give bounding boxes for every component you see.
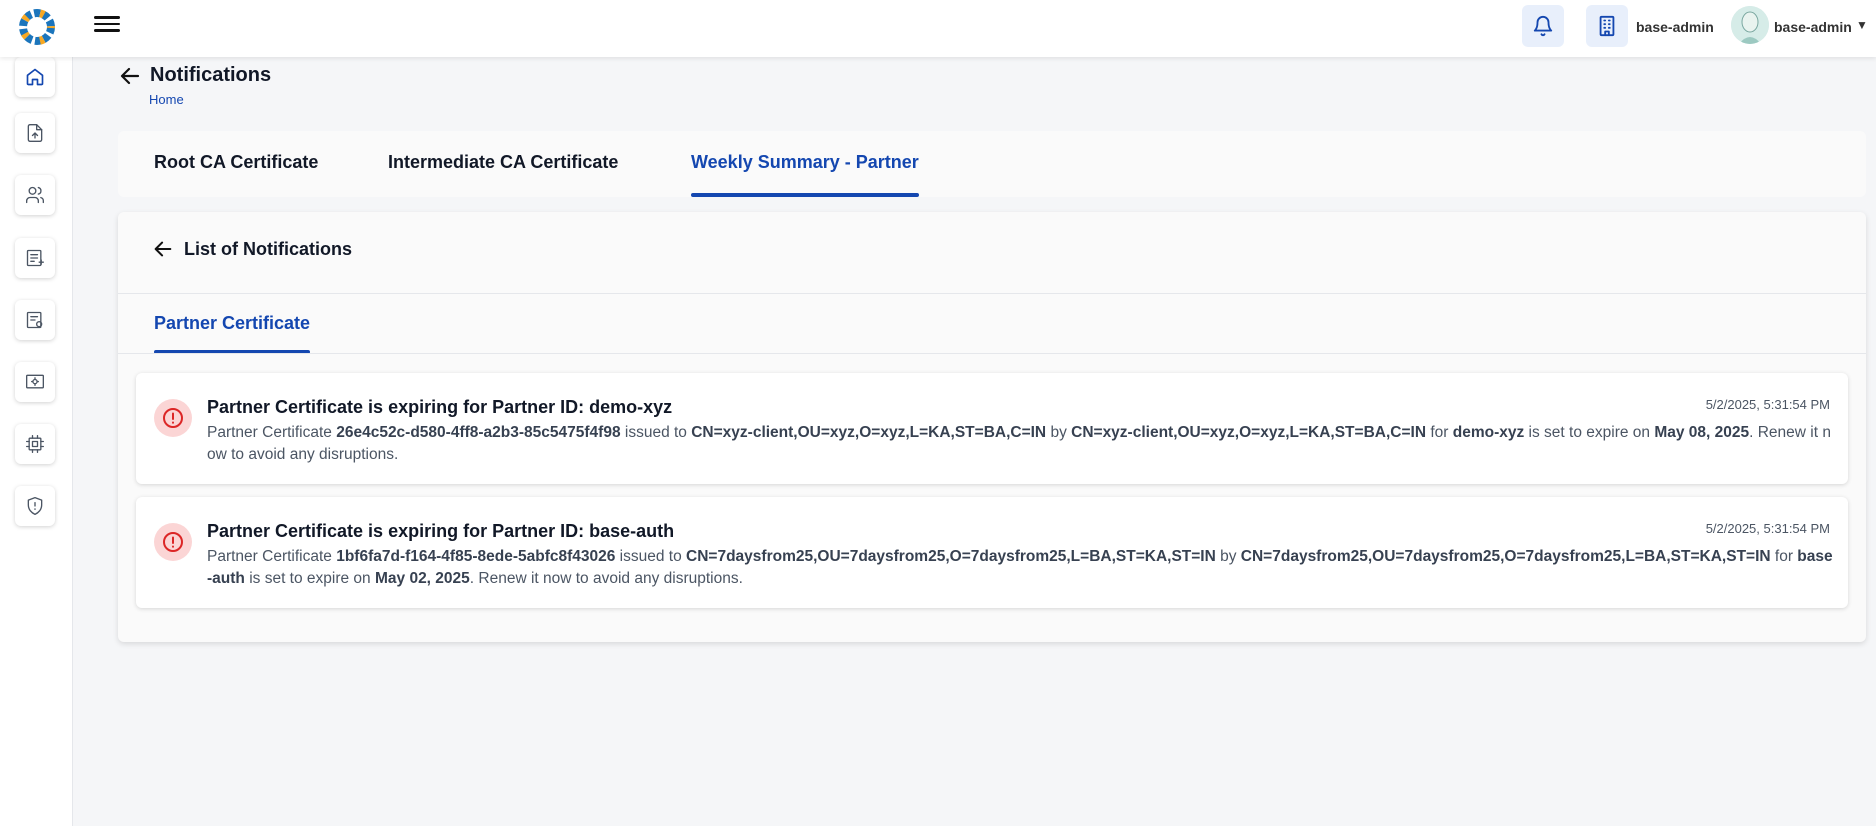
top-bar: base-admin base-admin ▼ (0, 0, 1876, 57)
notification-message: Partner Certificate 1bf6fa7d-f164-4f85-8… (207, 548, 1833, 587)
notification-message: Partner Certificate 26e4c52c-d580-4ff8-a… (207, 424, 1831, 463)
notification-card[interactable]: Partner Certificate is expiring for Part… (136, 373, 1848, 484)
file-upload-icon (27, 124, 43, 142)
logo-icon[interactable] (18, 8, 56, 46)
bell-icon (1533, 16, 1553, 37)
home-icon (26, 68, 44, 86)
document-add-icon (26, 249, 44, 267)
tab-intermediate-ca-certificate[interactable]: Intermediate CA Certificate (388, 131, 618, 197)
partner-id: demo-xyz (1452, 424, 1525, 441)
page-title: Notifications (150, 64, 272, 86)
notification-card[interactable]: Partner Certificate is expiring for Part… (136, 497, 1848, 608)
issued-to: CN=7daysfrom25,OU=7daysfrom25,O=7daysfro… (686, 548, 1216, 565)
organization-button[interactable] (1586, 5, 1628, 47)
building-icon (1599, 15, 1615, 37)
notification-tabs: Root CA Certificate Intermediate CA Cert… (118, 131, 1866, 197)
alert-circle-icon (154, 523, 192, 561)
shield-icon (27, 497, 43, 515)
sidebar-item-devices[interactable] (15, 362, 55, 402)
sidebar-item-policies[interactable] (15, 238, 55, 278)
users-icon (26, 186, 45, 204)
sidebar-item-partners[interactable] (15, 175, 55, 215)
sidebar-item-home[interactable] (15, 57, 55, 97)
chevron-down-icon[interactable]: ▼ (1856, 18, 1868, 32)
expiry-date: May 08, 2025 (1654, 424, 1750, 441)
list-back-button[interactable]: List of Notifications (152, 238, 352, 260)
breadcrumb-home[interactable]: Home (149, 92, 184, 107)
avatar[interactable] (1731, 6, 1769, 44)
org-name[interactable]: base-admin (1636, 19, 1714, 35)
user-name[interactable]: base-admin (1774, 19, 1852, 35)
notification-title: Partner Certificate is expiring for Part… (207, 397, 673, 417)
tab-weekly-summary-partner[interactable]: Weekly Summary - Partner (691, 131, 919, 197)
sidebar-item-security[interactable] (15, 486, 55, 526)
certificate-id: 26e4c52c-d580-4ff8-a2b3-85c5475f4f98 (336, 424, 621, 441)
chip-icon (26, 435, 44, 453)
notification-timestamp: 5/2/2025, 5:31:54 PM (1705, 521, 1830, 536)
sidebar (0, 57, 73, 826)
back-arrow-icon[interactable] (118, 64, 142, 88)
divider (118, 293, 1866, 294)
sidebar-item-policy-settings[interactable] (15, 300, 55, 340)
menu-icon[interactable] (94, 12, 120, 34)
notification-title: Partner Certificate is expiring for Part… (207, 521, 675, 541)
subtab-partner-certificate[interactable]: Partner Certificate (154, 294, 311, 354)
sidebar-item-upload[interactable] (15, 113, 55, 153)
notifications-button[interactable] (1522, 5, 1564, 47)
tab-root-ca-certificate[interactable]: Root CA Certificate (154, 131, 318, 197)
notifications-panel: List of Notifications Partner Certificat… (118, 212, 1866, 642)
expiry-date: May 02, 2025 (374, 570, 470, 587)
list-title: List of Notifications (184, 238, 352, 259)
alert-circle-icon (154, 399, 192, 437)
divider (118, 353, 1866, 354)
certificate-id: 1bf6fa7d-f164-4f85-8ede-5abfc8f43026 (336, 548, 616, 565)
sidebar-item-ftm[interactable] (15, 424, 55, 464)
back-arrow-icon (154, 241, 172, 257)
issued-by: CN=7daysfrom25,OU=7daysfrom25,O=7daysfro… (1240, 548, 1771, 565)
monitor-settings-icon (26, 374, 44, 389)
document-settings-icon (26, 311, 43, 329)
issued-to: CN=xyz-client,OU=xyz,O=xyz,L=KA,ST=BA,C=… (691, 424, 1047, 441)
notification-timestamp: 5/2/2025, 5:31:54 PM (1705, 397, 1830, 412)
issued-by: CN=xyz-client,OU=xyz,O=xyz,L=KA,ST=BA,C=… (1071, 424, 1427, 441)
